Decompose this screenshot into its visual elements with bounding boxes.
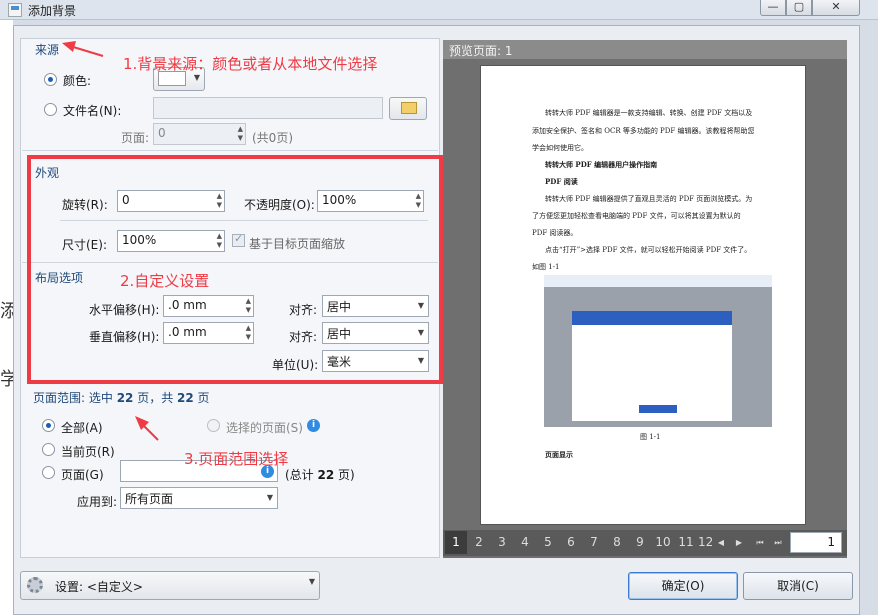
info-icon[interactable]: i — [307, 419, 320, 432]
ok-button[interactable]: 确定(O) — [628, 572, 738, 600]
annotation-3: 3.页面范围选择 — [184, 450, 289, 468]
range-all-label: 全部(A) — [61, 421, 103, 435]
preview-line: 转转大师 PDF 编辑器提供了直观且灵活的 PDF 页面浏览模式。为 — [545, 195, 753, 203]
settings-select[interactable]: 设置: <自定义> — [20, 571, 320, 600]
page-button[interactable]: 2 — [468, 531, 490, 554]
first-page-icon[interactable]: ⏮ — [752, 531, 768, 554]
last-page-icon[interactable]: ⏭ — [770, 531, 786, 554]
preview-line: 如图 1-1 — [532, 263, 560, 271]
page-button[interactable]: 11 — [675, 531, 697, 554]
gear-icon — [27, 577, 43, 593]
page-button[interactable]: 9 — [629, 531, 651, 554]
pages-total: (总计 22 页) — [285, 468, 355, 482]
highlight-box — [27, 155, 443, 384]
page-range-header: 页面范围: 选中 22 页，共 22 页 — [33, 391, 210, 405]
range-all-radio[interactable] — [42, 419, 55, 432]
range-current-radio[interactable] — [42, 443, 55, 456]
close-button[interactable]: ✕ — [812, 0, 860, 16]
range-pages-radio[interactable] — [42, 466, 55, 479]
page-button[interactable]: 8 — [606, 531, 628, 554]
preview-heading: 转转大师 PDF 编辑器用户操作指南 — [545, 160, 658, 169]
file-label: 文件名(N): — [63, 104, 122, 118]
cancel-button[interactable]: 取消(C) — [743, 572, 853, 600]
preview-heading: PDF 阅读 — [545, 177, 578, 186]
next-icon[interactable]: ▶ — [732, 531, 746, 554]
color-radio[interactable] — [44, 73, 57, 86]
color-label: 颜色: — [63, 74, 92, 88]
page-button[interactable]: 5 — [537, 531, 559, 554]
preview-line: 学会如何使用它。 — [532, 144, 588, 152]
window-title: 添加背景 — [28, 4, 77, 18]
preview-line: 点击“打开”>选择 PDF 文件，就可以轻松开始阅读 PDF 文件了。 — [545, 246, 752, 254]
background-app-edge: 添 学 — [0, 20, 18, 615]
preview-line: 了方便您更加轻松查看电脑端的 PDF 文件，可以将其设置为默认的 — [532, 212, 741, 220]
page-button[interactable]: 3 — [491, 531, 513, 554]
divider — [22, 150, 438, 151]
page-number-input[interactable]: 1 — [790, 532, 842, 553]
page-button[interactable]: 12 — [698, 531, 712, 554]
page-total: (共0页) — [252, 131, 293, 145]
page-button[interactable]: 4 — [514, 531, 536, 554]
browse-button[interactable] — [389, 97, 427, 120]
preview-line: 添加安全保护、签名和 OCR 等多功能的 PDF 编辑器。该教程将帮助您 — [532, 127, 755, 135]
maximize-button[interactable]: ▢ — [786, 0, 812, 16]
app-icon — [8, 3, 22, 17]
page-label: 页面: — [121, 131, 150, 145]
page-button[interactable]: 1 — [445, 531, 467, 554]
preview-screenshot — [544, 275, 772, 427]
screenshot-toolbar — [544, 275, 772, 287]
page-button[interactable]: 10 — [652, 531, 674, 554]
title-bar: 添加背景 — ▢ ✕ — [0, 0, 878, 20]
page-spinner[interactable]: 0 — [153, 123, 246, 145]
range-pages-label: 页面(G) — [61, 468, 104, 482]
preview-heading: 页面显示 — [545, 450, 573, 459]
preview-line: PDF 阅读器。 — [532, 229, 578, 237]
minimize-button[interactable]: — — [760, 0, 786, 16]
annotation-2: 2.自定义设置 — [120, 272, 210, 290]
range-selected-label: 选择的页面(S) — [226, 421, 303, 435]
preview-caption: 图 1-1 — [640, 433, 661, 441]
file-input[interactable] — [153, 97, 383, 119]
folder-icon — [401, 102, 417, 114]
page-button[interactable]: 7 — [583, 531, 605, 554]
page-button[interactable]: 6 — [560, 531, 582, 554]
range-current-label: 当前页(R) — [61, 445, 115, 459]
source-header: 来源 — [35, 43, 60, 57]
apply-label: 应用到: — [77, 495, 118, 509]
annotation-1: 1.背景来源：颜色或者从本地文件选择 — [123, 55, 378, 73]
file-radio[interactable] — [44, 103, 57, 116]
apply-select[interactable]: 所有页面 — [120, 487, 278, 509]
screenshot-button — [639, 405, 677, 413]
prev-icon[interactable]: ◀ — [714, 531, 728, 554]
preview-line: 转转大师 PDF 编辑器是一款支持编辑、转换、创建 PDF 文档以及 — [545, 109, 753, 117]
range-selected-radio[interactable] — [207, 419, 220, 432]
preview-header: 预览页面: 1 — [443, 40, 847, 59]
